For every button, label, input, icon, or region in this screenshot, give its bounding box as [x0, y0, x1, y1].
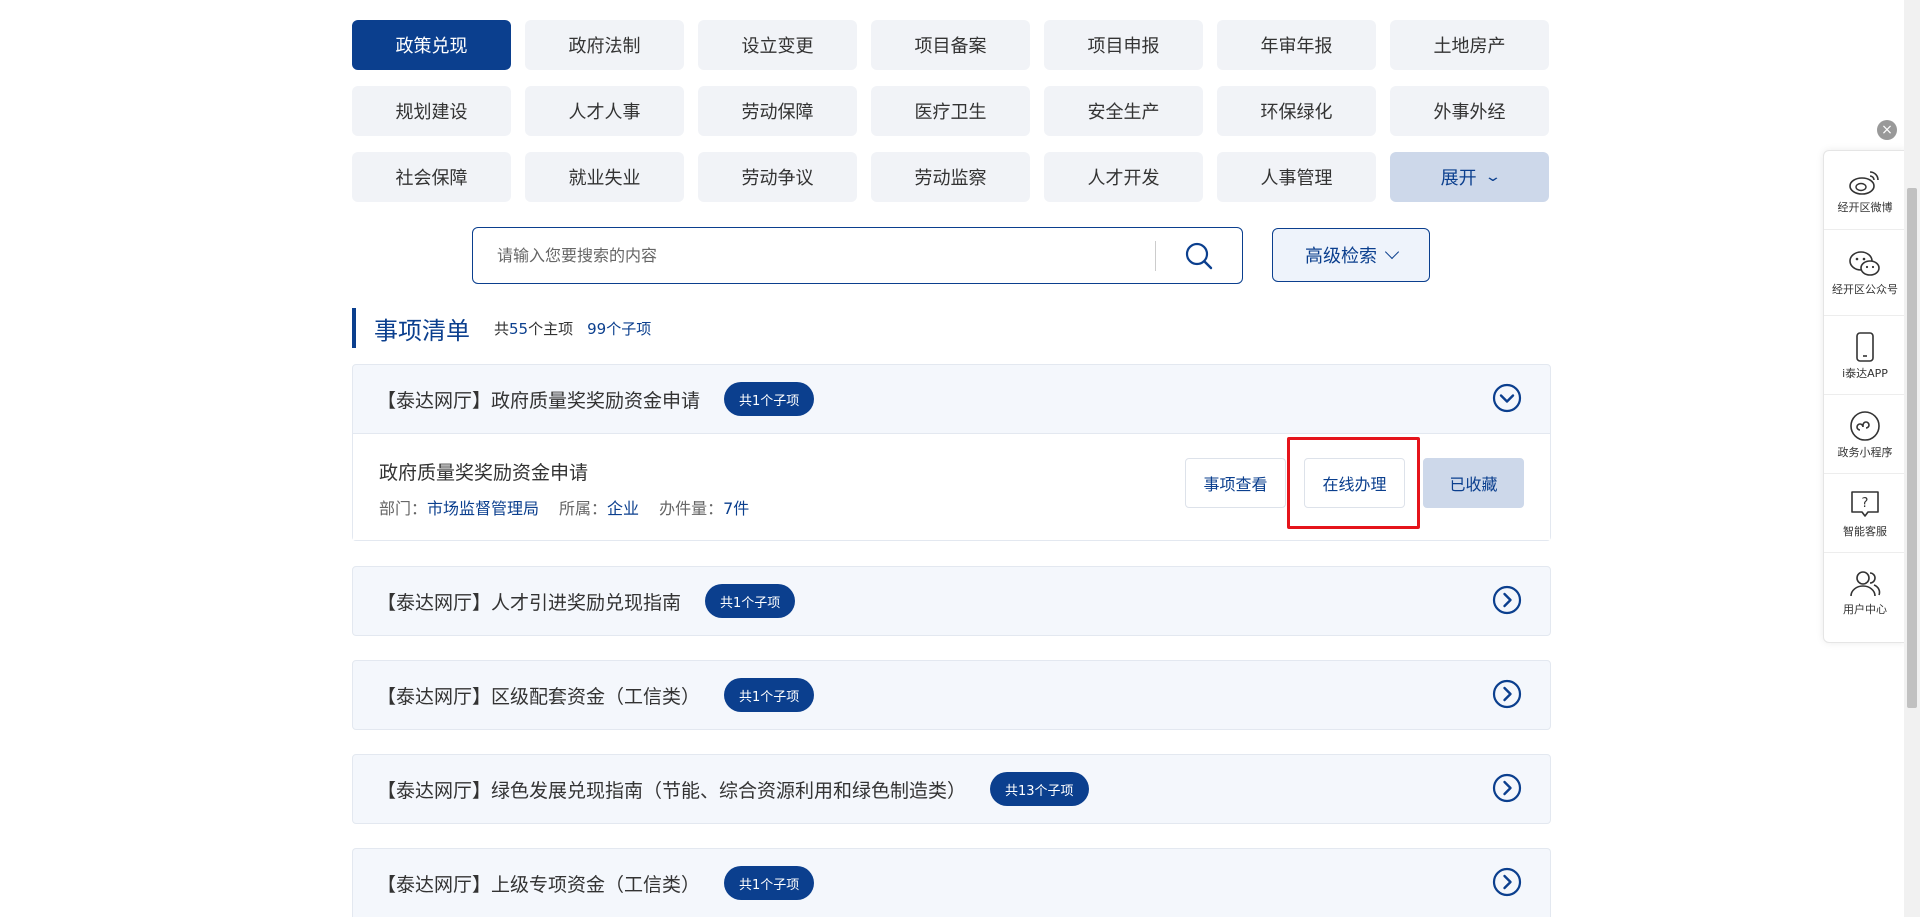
item-header[interactable]: 【泰达网厅】人才引进奖励兑现指南 共1个子项	[353, 567, 1550, 635]
search-box	[472, 227, 1243, 284]
chevron-right-circle-icon[interactable]	[1492, 679, 1522, 709]
list-item: 【泰达网厅】政府质量奖奖励资金申请 共1个子项 政府质量奖奖励资金申请 部门： …	[352, 364, 1551, 541]
category-project-filing[interactable]: 项目备案	[871, 20, 1030, 70]
category-labor-inspection[interactable]: 劳动监察	[871, 152, 1030, 202]
scrollbar-thumb[interactable]	[1907, 188, 1917, 708]
customer-service-link[interactable]: ? 智能客服	[1824, 474, 1906, 553]
item-title: 【泰达网厅】区级配套资金（工信类）	[377, 685, 701, 708]
favorited-button[interactable]: 已收藏	[1423, 458, 1524, 508]
weibo-link[interactable]: 经开区微博	[1824, 151, 1906, 230]
list-item[interactable]: 【泰达网厅】绿色发展兑现指南（节能、综合资源利用和绿色制造类） 共13个子项	[352, 754, 1551, 824]
item-header[interactable]: 【泰达网厅】上级专项资金（工信类） 共1个子项	[353, 849, 1550, 917]
panel-label: 经开区公众号	[1832, 283, 1898, 296]
mini-program-icon	[1850, 410, 1880, 441]
panel-label: i泰达APP	[1842, 366, 1888, 380]
category-policy[interactable]: 政策兑现	[352, 20, 511, 70]
item-title: 【泰达网厅】绿色发展兑现指南（节能、综合资源利用和绿色制造类）	[377, 779, 967, 802]
sub-count-badge: 共13个子项	[990, 772, 1089, 806]
view-item-button[interactable]: 事项查看	[1185, 458, 1286, 508]
customer-service-icon: ?	[1851, 490, 1879, 517]
category-establish-change[interactable]: 设立变更	[698, 20, 857, 70]
advanced-search-label: 高级检索	[1305, 246, 1377, 267]
section-header: 事项清单 共55个主项 99个子项	[352, 308, 651, 348]
sub-item: 政府质量奖奖励资金申请 部门： 市场监督管理局 所属： 企业 办件量： 7件 事…	[353, 433, 1550, 540]
chevron-down-circle-icon[interactable]	[1492, 383, 1522, 413]
owner-value: 企业	[607, 499, 640, 518]
category-annual-report[interactable]: 年审年报	[1217, 20, 1376, 70]
chevron-right-circle-icon[interactable]	[1492, 867, 1522, 897]
user-center-icon	[1850, 571, 1881, 597]
phone-icon	[1856, 331, 1874, 362]
category-project-application[interactable]: 项目申报	[1044, 20, 1203, 70]
search-icon	[1185, 242, 1213, 269]
mini-program-link[interactable]: 政务小程序	[1824, 395, 1906, 474]
sub-count: 99个子项	[587, 319, 652, 338]
expand-button[interactable]: 展开 ⌄	[1390, 152, 1549, 202]
list-item[interactable]: 【泰达网厅】上级专项资金（工信类） 共1个子项	[352, 848, 1551, 917]
floating-panel: 经开区微博 经开区公众号 i泰达APP 政务小程序 ? 智能客服 用户中心	[1823, 150, 1907, 643]
list-item[interactable]: 【泰达网厅】区级配套资金（工信类） 共1个子项	[352, 660, 1551, 730]
category-environment[interactable]: 环保绿化	[1217, 86, 1376, 136]
panel-label: 用户中心	[1843, 603, 1887, 616]
sub-item-actions: 事项查看 在线办理 已收藏	[1185, 458, 1524, 508]
main-count: 共55个主项	[494, 319, 574, 338]
chevron-down-icon: ⌄	[1483, 169, 1502, 185]
expand-label: 展开	[1440, 168, 1477, 189]
item-header[interactable]: 【泰达网厅】政府质量奖奖励资金申请 共1个子项	[353, 365, 1550, 433]
chevron-right-circle-icon[interactable]	[1492, 773, 1522, 803]
list-item[interactable]: 【泰达网厅】人才引进奖励兑现指南 共1个子项	[352, 566, 1551, 636]
category-labor-dispute[interactable]: 劳动争议	[698, 152, 857, 202]
category-talent-hr[interactable]: 人才人事	[525, 86, 684, 136]
item-title: 【泰达网厅】政府质量奖奖励资金申请	[377, 389, 701, 412]
sub-count-badge: 共1个子项	[724, 382, 815, 416]
sub-count-badge: 共1个子项	[705, 584, 796, 618]
owner-label: 所属：	[559, 499, 608, 518]
panel-label: 智能客服	[1843, 524, 1887, 538]
svg-text:?: ?	[1862, 496, 1869, 511]
close-icon: ×	[1881, 122, 1893, 138]
online-process-button[interactable]: 在线办理	[1304, 458, 1405, 508]
count-value: 7件	[723, 499, 750, 518]
category-planning[interactable]: 规划建设	[352, 86, 511, 136]
search-input[interactable]	[473, 228, 1155, 283]
advanced-search-button[interactable]: 高级检索	[1272, 228, 1430, 282]
category-talent-development[interactable]: 人才开发	[1044, 152, 1203, 202]
wechat-link[interactable]: 经开区公众号	[1824, 230, 1906, 316]
category-grid: 政策兑现 政府法制 设立变更 项目备案 项目申报 年审年报 土地房产 规划建设 …	[352, 20, 1550, 202]
dept-value: 市场监督管理局	[427, 499, 540, 518]
panel-label: 经开区微博	[1837, 200, 1893, 214]
item-title: 【泰达网厅】上级专项资金（工信类）	[377, 873, 701, 896]
category-employment[interactable]: 就业失业	[525, 152, 684, 202]
user-center-link[interactable]: 用户中心	[1824, 553, 1906, 632]
wechat-icon	[1849, 251, 1880, 276]
category-foreign-affairs[interactable]: 外事外经	[1390, 86, 1549, 136]
app-link[interactable]: i泰达APP	[1824, 316, 1906, 395]
category-land-property[interactable]: 土地房产	[1390, 20, 1549, 70]
chevron-right-circle-icon[interactable]	[1492, 585, 1522, 615]
count-label: 办件量：	[659, 499, 724, 518]
item-header[interactable]: 【泰达网厅】区级配套资金（工信类） 共1个子项	[353, 661, 1550, 729]
weibo-icon	[1849, 170, 1879, 195]
section-title: 事项清单	[374, 316, 470, 345]
category-safety[interactable]: 安全生产	[1044, 86, 1203, 136]
item-header[interactable]: 【泰达网厅】绿色发展兑现指南（节能、综合资源利用和绿色制造类） 共13个子项	[353, 755, 1550, 823]
chevron-down-icon	[1384, 244, 1400, 260]
search-button[interactable]	[1156, 228, 1242, 283]
category-personnel[interactable]: 人事管理	[1217, 152, 1376, 202]
dept-label: 部门：	[379, 499, 428, 518]
category-legal[interactable]: 政府法制	[525, 20, 684, 70]
sub-count-badge: 共1个子项	[724, 866, 815, 900]
category-labor-security[interactable]: 劳动保障	[698, 86, 857, 136]
item-title: 【泰达网厅】人才引进奖励兑现指南	[377, 591, 682, 614]
category-medical[interactable]: 医疗卫生	[871, 86, 1030, 136]
category-social-security[interactable]: 社会保障	[352, 152, 511, 202]
close-panel-button[interactable]: ×	[1877, 120, 1897, 140]
panel-label: 政务小程序	[1837, 445, 1893, 459]
sub-count-badge: 共1个子项	[724, 678, 815, 712]
